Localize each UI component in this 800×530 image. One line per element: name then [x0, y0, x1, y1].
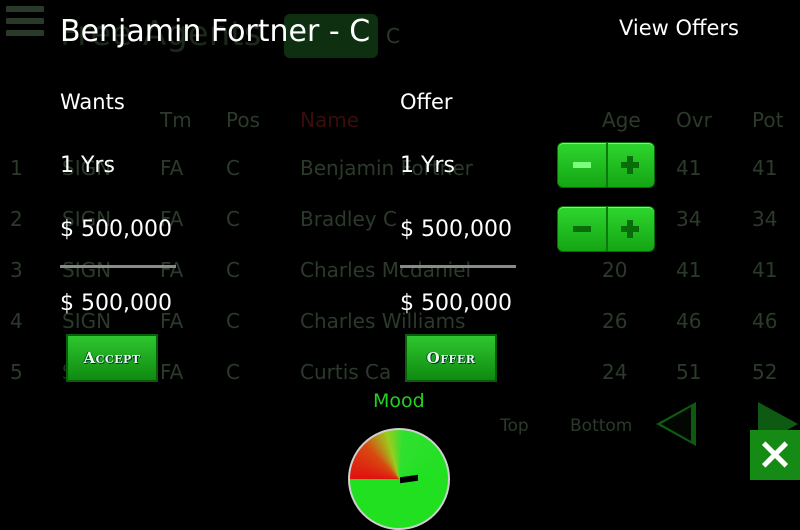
wants-salary: $ 500,000 [60, 217, 172, 242]
contract-negotiation-dialog: Benjamin Fortner - C View Offers Wants O… [0, 0, 800, 530]
offer-header: Offer [400, 90, 453, 114]
years-decrease-button[interactable] [558, 143, 608, 187]
offer-divider [400, 265, 516, 268]
years-stepper[interactable] [557, 142, 655, 188]
mood-gauge [348, 428, 450, 530]
salary-stepper[interactable] [557, 206, 655, 252]
player-title: Benjamin Fortner - C [60, 14, 371, 49]
years-increase-button[interactable] [606, 143, 654, 187]
view-offers-link[interactable]: View Offers [619, 16, 739, 40]
wants-years: 1 Yrs [60, 153, 115, 178]
salary-increase-button[interactable] [606, 207, 654, 251]
accept-button[interactable]: Accept [66, 334, 158, 382]
close-icon[interactable] [750, 430, 800, 480]
salary-decrease-button[interactable] [558, 207, 608, 251]
offer-total: $ 500,000 [400, 291, 512, 316]
mood-label: Mood [373, 390, 425, 412]
wants-header: Wants [60, 90, 125, 114]
minus-icon [573, 162, 591, 168]
wants-divider [60, 265, 176, 268]
minus-icon [573, 226, 591, 232]
offer-years: 1 Yrs [400, 153, 455, 178]
offer-salary: $ 500,000 [400, 217, 512, 242]
wants-total: $ 500,000 [60, 291, 172, 316]
offer-button[interactable]: Offer [405, 334, 497, 382]
